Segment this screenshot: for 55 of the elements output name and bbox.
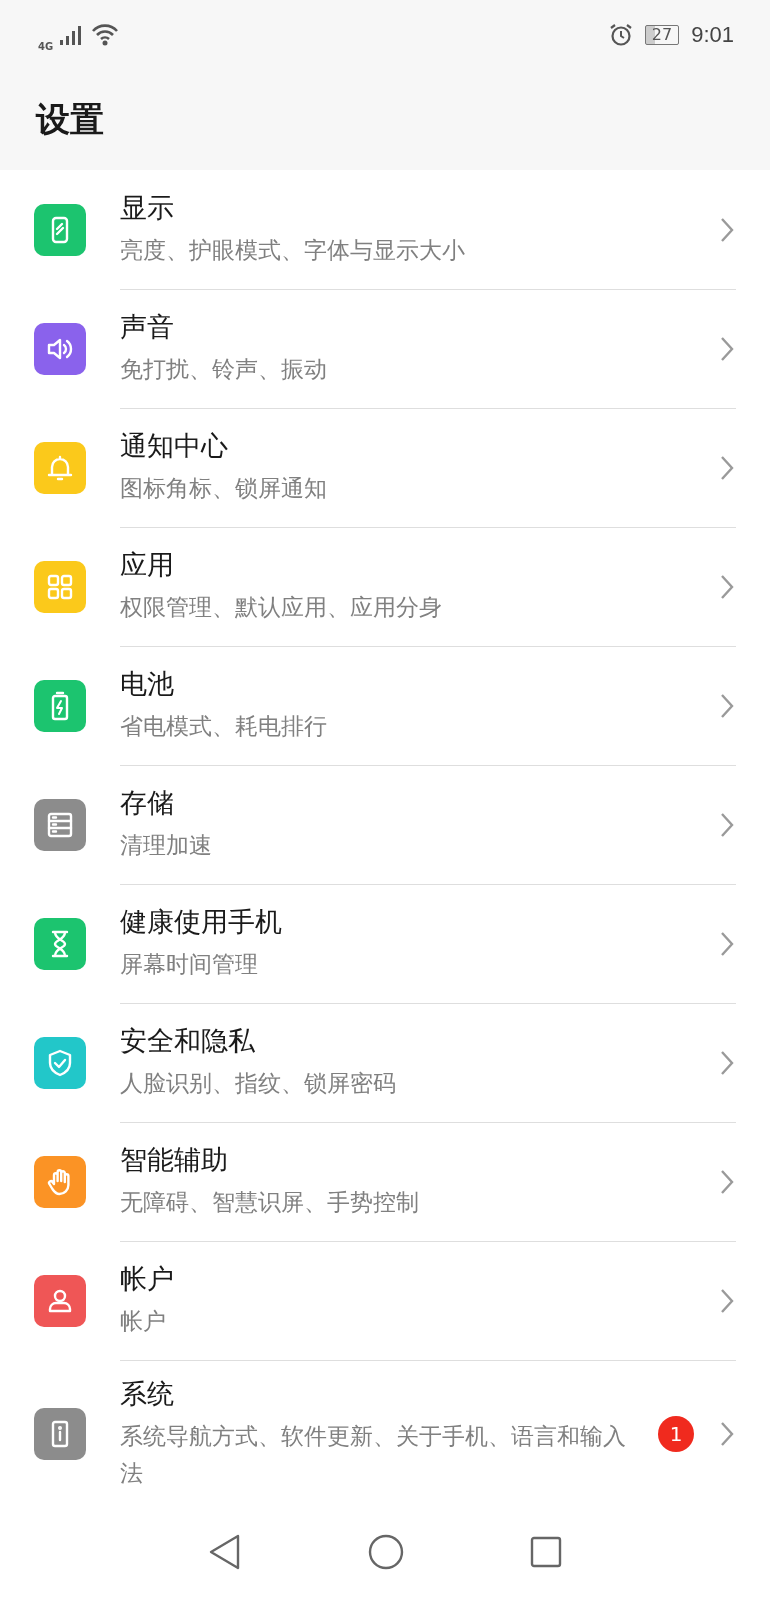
item-subtitle: 省电模式、耗电排行 bbox=[120, 712, 328, 742]
network-type: 4G bbox=[38, 40, 54, 52]
settings-item[interactable]: 显示 亮度、护眼模式、字体与显示大小 bbox=[0, 170, 770, 289]
settings-item[interactable]: 通知中心 图标角标、锁屏通知 bbox=[0, 408, 770, 527]
settings-item[interactable]: 安全和隐私 人脸识别、指纹、锁屏密码 bbox=[0, 1003, 770, 1122]
back-icon[interactable] bbox=[208, 1533, 242, 1570]
item-title: 电池 bbox=[120, 667, 175, 702]
item-subtitle: 系统导航方式、软件更新、关于手机、语言和输入法 bbox=[120, 1422, 627, 1488]
item-title: 系统 bbox=[120, 1377, 175, 1411]
wifi-icon bbox=[91, 23, 120, 47]
item-subtitle: 无障碍、智慧识屏、手势控制 bbox=[120, 1188, 420, 1218]
item-subtitle: 免打扰、铃声、振动 bbox=[120, 355, 328, 385]
battery-indicator: 27 bbox=[644, 25, 680, 45]
item-title: 声音 bbox=[120, 310, 175, 345]
home-icon[interactable] bbox=[368, 1533, 404, 1570]
chevron-icon bbox=[720, 454, 734, 481]
item-subtitle: 亮度、护眼模式、字体与显示大小 bbox=[120, 236, 466, 266]
recents-icon[interactable] bbox=[530, 1535, 562, 1568]
chevron-icon bbox=[720, 335, 734, 362]
item-subtitle: 清理加速 bbox=[120, 831, 213, 861]
clock-time: 9:01 bbox=[691, 22, 734, 48]
chevron-icon bbox=[720, 930, 734, 957]
item-subtitle: 人脸识别、指纹、锁屏密码 bbox=[120, 1069, 397, 1099]
settings-item[interactable]: 系统 系统导航方式、软件更新、关于手机、语言和输入法 1 bbox=[0, 1360, 770, 1508]
chevron-icon bbox=[720, 216, 734, 243]
page-title: 设置 bbox=[36, 98, 104, 141]
item-subtitle: 图标角标、锁屏通知 bbox=[120, 474, 328, 504]
signal-icon bbox=[59, 24, 82, 46]
chevron-icon bbox=[720, 692, 734, 719]
settings-item[interactable]: 声音 免打扰、铃声、振动 bbox=[0, 289, 770, 408]
item-title: 安全和隐私 bbox=[120, 1024, 256, 1059]
item-title: 智能辅助 bbox=[120, 1143, 229, 1178]
item-subtitle: 帐户 bbox=[120, 1307, 167, 1337]
item-title: 存储 bbox=[120, 786, 175, 821]
settings-item[interactable]: 应用 权限管理、默认应用、应用分身 bbox=[0, 527, 770, 646]
chevron-icon bbox=[720, 1049, 734, 1076]
chevron-icon bbox=[720, 1287, 734, 1314]
item-subtitle: 权限管理、默认应用、应用分身 bbox=[120, 593, 443, 623]
item-title: 健康使用手机 bbox=[120, 905, 283, 940]
chevron-icon bbox=[720, 1420, 734, 1447]
item-title: 应用 bbox=[120, 548, 175, 583]
item-subtitle: 屏幕时间管理 bbox=[120, 950, 259, 980]
settings-item[interactable]: 智能辅助 无障碍、智慧识屏、手势控制 bbox=[0, 1122, 770, 1241]
chevron-icon bbox=[720, 1168, 734, 1195]
notification-badge: 1 bbox=[658, 1415, 694, 1452]
item-title: 显示 bbox=[120, 191, 175, 226]
settings-item[interactable]: 帐户 帐户 bbox=[0, 1241, 770, 1360]
alarm-icon bbox=[608, 23, 633, 47]
settings-item[interactable]: 健康使用手机 屏幕时间管理 bbox=[0, 884, 770, 1003]
item-title: 通知中心 bbox=[120, 429, 229, 464]
chevron-icon bbox=[720, 573, 734, 600]
settings-item[interactable]: 电池 省电模式、耗电排行 bbox=[0, 646, 770, 765]
settings-item[interactable]: 存储 清理加速 bbox=[0, 765, 770, 884]
item-title: 帐户 bbox=[120, 1262, 175, 1297]
chevron-icon bbox=[720, 811, 734, 838]
